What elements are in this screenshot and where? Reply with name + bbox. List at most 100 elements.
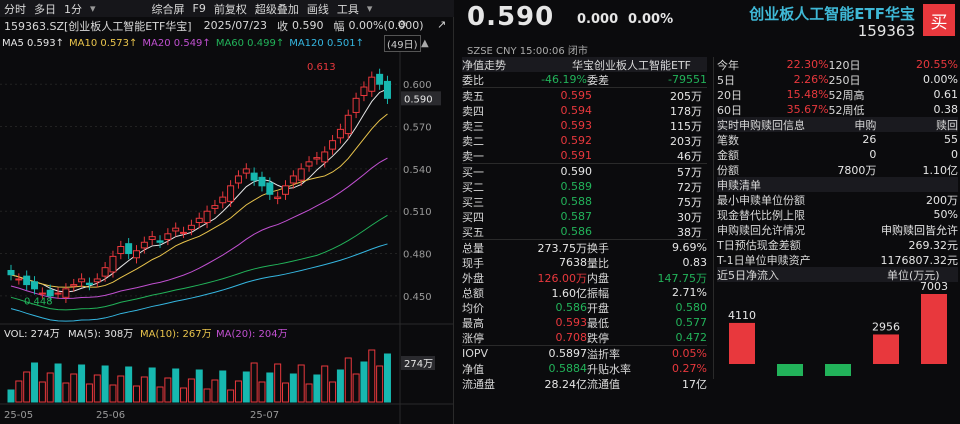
candle[interactable] xyxy=(376,73,384,85)
candle[interactable] xyxy=(227,185,235,202)
ask-volume: 203万 xyxy=(670,134,702,148)
ask-row[interactable]: 卖三 0.593 115万 xyxy=(462,118,707,133)
candle[interactable] xyxy=(140,241,148,249)
candle[interactable] xyxy=(132,250,140,259)
candle[interactable] xyxy=(305,161,313,167)
kline-chart[interactable]: 0.600 0.570 0.540 0.510 0.480 0.450 0.590 0.61… xyxy=(0,52,454,424)
iopv-value: 28.24亿 xyxy=(544,377,588,391)
bid-level: 买五 xyxy=(462,225,484,239)
stat-value: 1.60亿 xyxy=(551,286,588,300)
candle[interactable] xyxy=(164,233,172,240)
ask-row[interactable]: 卖四 0.594 178万 xyxy=(462,103,707,118)
candle[interactable] xyxy=(282,185,290,195)
candle[interactable] xyxy=(242,168,250,174)
tab-adjust[interactable]: 前复权 xyxy=(210,1,251,17)
volume-bar xyxy=(187,378,195,403)
bid-row[interactable]: 买三 0.588 75万 xyxy=(462,194,707,209)
candle[interactable] xyxy=(329,140,337,150)
candle[interactable] xyxy=(211,205,219,209)
candle[interactable] xyxy=(383,80,391,99)
perf-value: 20.55% xyxy=(916,58,958,71)
candle[interactable] xyxy=(266,182,274,195)
ask-level: 卖二 xyxy=(462,134,484,148)
tab-tools[interactable]: 工具 xyxy=(333,1,363,17)
candle[interactable] xyxy=(70,284,78,287)
candle[interactable] xyxy=(7,269,15,276)
candle[interactable] xyxy=(344,114,352,135)
tab-f9[interactable]: F9 xyxy=(189,2,210,15)
ask-row[interactable]: 卖二 0.592 203万 xyxy=(462,133,707,148)
flow-bar xyxy=(921,294,947,364)
period-selector[interactable]: (49日) xyxy=(384,34,421,52)
candle[interactable] xyxy=(195,217,203,224)
nav-trend-tab[interactable]: 净值走势 xyxy=(462,57,572,73)
candle[interactable] xyxy=(250,172,258,181)
expand-icon[interactable]: ↗ xyxy=(437,18,446,31)
candle[interactable] xyxy=(109,255,117,273)
chart-toolbar: 分时 多日 1分 ▾ 综合屏 F9 前复权 超级叠加 画线 工具 ▾ xyxy=(0,0,454,17)
volume-bar xyxy=(258,381,266,403)
kline-panel: 分时 多日 1分 ▾ 综合屏 F9 前复权 超级叠加 画线 工具 ▾ 15936… xyxy=(0,0,454,424)
tab-draw[interactable]: 画线 xyxy=(303,1,333,17)
flow-bar xyxy=(825,364,851,376)
ask-row[interactable]: 卖一 0.591 46万 xyxy=(462,148,707,163)
bid-price: 0.589 xyxy=(560,180,593,193)
bid-row[interactable]: 买五 0.586 38万 xyxy=(462,224,707,239)
candle[interactable] xyxy=(148,236,156,240)
bid-row[interactable]: 买一 0.590 57万 xyxy=(462,164,707,179)
settings-icon[interactable]: ⚙ xyxy=(397,18,407,31)
candle[interactable] xyxy=(23,275,31,286)
tab-overlay[interactable]: 超级叠加 xyxy=(251,1,303,17)
ask-row[interactable]: 卖五 0.595 205万 xyxy=(462,88,707,103)
candle[interactable] xyxy=(62,288,70,298)
candle[interactable] xyxy=(156,240,164,243)
period-dropdown-icon[interactable]: ▾ xyxy=(86,2,100,15)
bid-row[interactable]: 买四 0.587 30万 xyxy=(462,209,707,224)
redeem-row: 笔数 26 55 xyxy=(717,132,958,147)
candle[interactable] xyxy=(117,246,125,255)
candle[interactable] xyxy=(101,267,109,277)
volume-bar xyxy=(383,353,391,403)
candle[interactable] xyxy=(360,86,368,97)
candle[interactable] xyxy=(352,97,360,113)
candle[interactable] xyxy=(93,278,101,283)
stat-label: 最高 xyxy=(462,316,484,330)
candle[interactable] xyxy=(289,175,297,184)
candle[interactable] xyxy=(321,151,329,163)
bid-row[interactable]: 买二 0.589 72万 xyxy=(462,179,707,194)
y-tick-label: 0.540 xyxy=(403,165,432,176)
candle[interactable] xyxy=(368,76,376,92)
candle[interactable] xyxy=(85,282,93,286)
candle[interactable] xyxy=(78,278,86,283)
volume-bar xyxy=(266,372,274,403)
candle[interactable] xyxy=(125,243,133,255)
tools-dropdown-icon[interactable]: ▾ xyxy=(363,2,377,15)
candle[interactable] xyxy=(54,292,62,295)
tab-composite[interactable]: 综合屏 xyxy=(148,1,189,17)
candle[interactable] xyxy=(203,210,211,224)
buy-button[interactable]: 买 xyxy=(923,4,955,36)
candle[interactable] xyxy=(313,157,321,160)
iopv-value: 0.5884 xyxy=(548,362,588,375)
candle[interactable] xyxy=(258,176,266,187)
candle[interactable] xyxy=(172,227,180,232)
stat-label: 总额 xyxy=(462,286,484,300)
candle[interactable] xyxy=(187,224,195,231)
candle[interactable] xyxy=(336,128,344,139)
volume-bar xyxy=(101,365,109,403)
candle[interactable] xyxy=(15,278,23,281)
candle[interactable] xyxy=(31,281,39,290)
tab-intraday[interactable]: 分时 xyxy=(0,1,30,17)
tab-multiday[interactable]: 多日 xyxy=(30,1,60,17)
candle[interactable] xyxy=(234,175,242,184)
candle[interactable] xyxy=(180,231,188,234)
candle[interactable] xyxy=(219,196,227,204)
perf-row: 5日 2.26% 250日 0.00% xyxy=(717,72,958,87)
candle[interactable] xyxy=(46,289,54,297)
tab-1min[interactable]: 1分 xyxy=(60,1,86,17)
collapse-icon[interactable]: ▲ xyxy=(421,38,429,49)
candle[interactable] xyxy=(297,168,305,181)
candle[interactable] xyxy=(274,196,282,200)
diff-label: 委差 xyxy=(587,73,609,87)
candle[interactable] xyxy=(38,292,46,295)
